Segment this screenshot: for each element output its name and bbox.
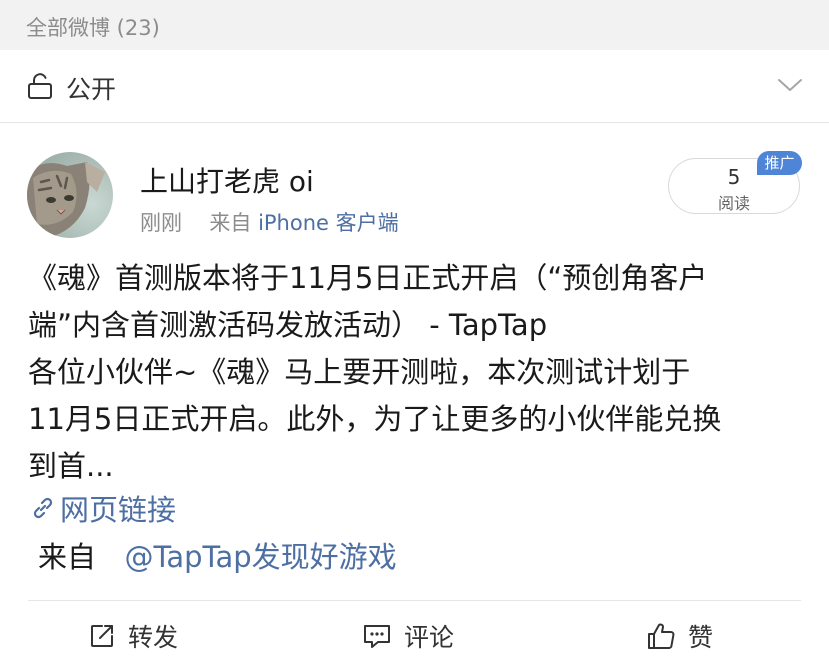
post-source[interactable]: iPhone 客户端 (258, 211, 399, 235)
post-text-line: 各位小伙伴~《魂》马上要开测啦，本次测试计划于 (28, 355, 691, 389)
post-text-line: 《魂》首测版本将于11月5日正式开启（“预创角客户 (28, 261, 708, 295)
visibility-selector[interactable]: 公开 (0, 50, 829, 123)
post-meta: 刚刚 来自 iPhone 客户端 (140, 207, 399, 237)
comment-label: 评论 (404, 623, 455, 652)
via-prefix: 来自 (38, 540, 97, 574)
divider (28, 600, 801, 601)
section-header: 全部微博 (23) (0, 0, 829, 50)
like-button[interactable]: 赞 (646, 616, 713, 656)
via-line: 来自 @TapTap发现好游戏 (38, 534, 397, 576)
post-time: 刚刚 (140, 211, 182, 235)
repost-button[interactable]: 转发 (88, 616, 178, 656)
username[interactable]: 上山打老虎 oi (140, 160, 314, 200)
source-prefix: 来自 (209, 211, 252, 235)
avatar[interactable] (27, 152, 113, 238)
like-label: 赞 (688, 623, 714, 652)
post-text-line: 到首... (28, 449, 114, 483)
section-title: 全部微博 (23) (26, 16, 160, 40)
web-link[interactable]: 网页链接 (30, 487, 176, 529)
comment-icon (364, 625, 390, 648)
post-body[interactable]: 《魂》首测版本将于11月5日正式开启（“预创角客户 端”内含首测激活码发放活动）… (28, 255, 808, 490)
chevron-down-icon[interactable] (777, 74, 803, 96)
link-icon (33, 497, 53, 519)
thumbs-up-icon (648, 623, 675, 649)
post-text-line: 11月5日正式开启。此外，为了让更多的小伙伴能兑换 (28, 402, 722, 436)
lock-open-icon (26, 72, 54, 100)
visibility-label: 公开 (66, 75, 117, 104)
web-link-label: 网页链接 (60, 493, 177, 527)
post-text-line: 端”内含首测激活码发放活动） - TapTap (28, 308, 548, 342)
repost-icon (91, 625, 113, 647)
promote-badge[interactable]: 推广 (757, 151, 802, 175)
read-count-label: 阅读 (717, 194, 750, 213)
repost-label: 转发 (128, 623, 179, 652)
via-mention[interactable]: @TapTap发现好游戏 (124, 540, 396, 574)
comment-button[interactable]: 评论 (362, 616, 454, 656)
